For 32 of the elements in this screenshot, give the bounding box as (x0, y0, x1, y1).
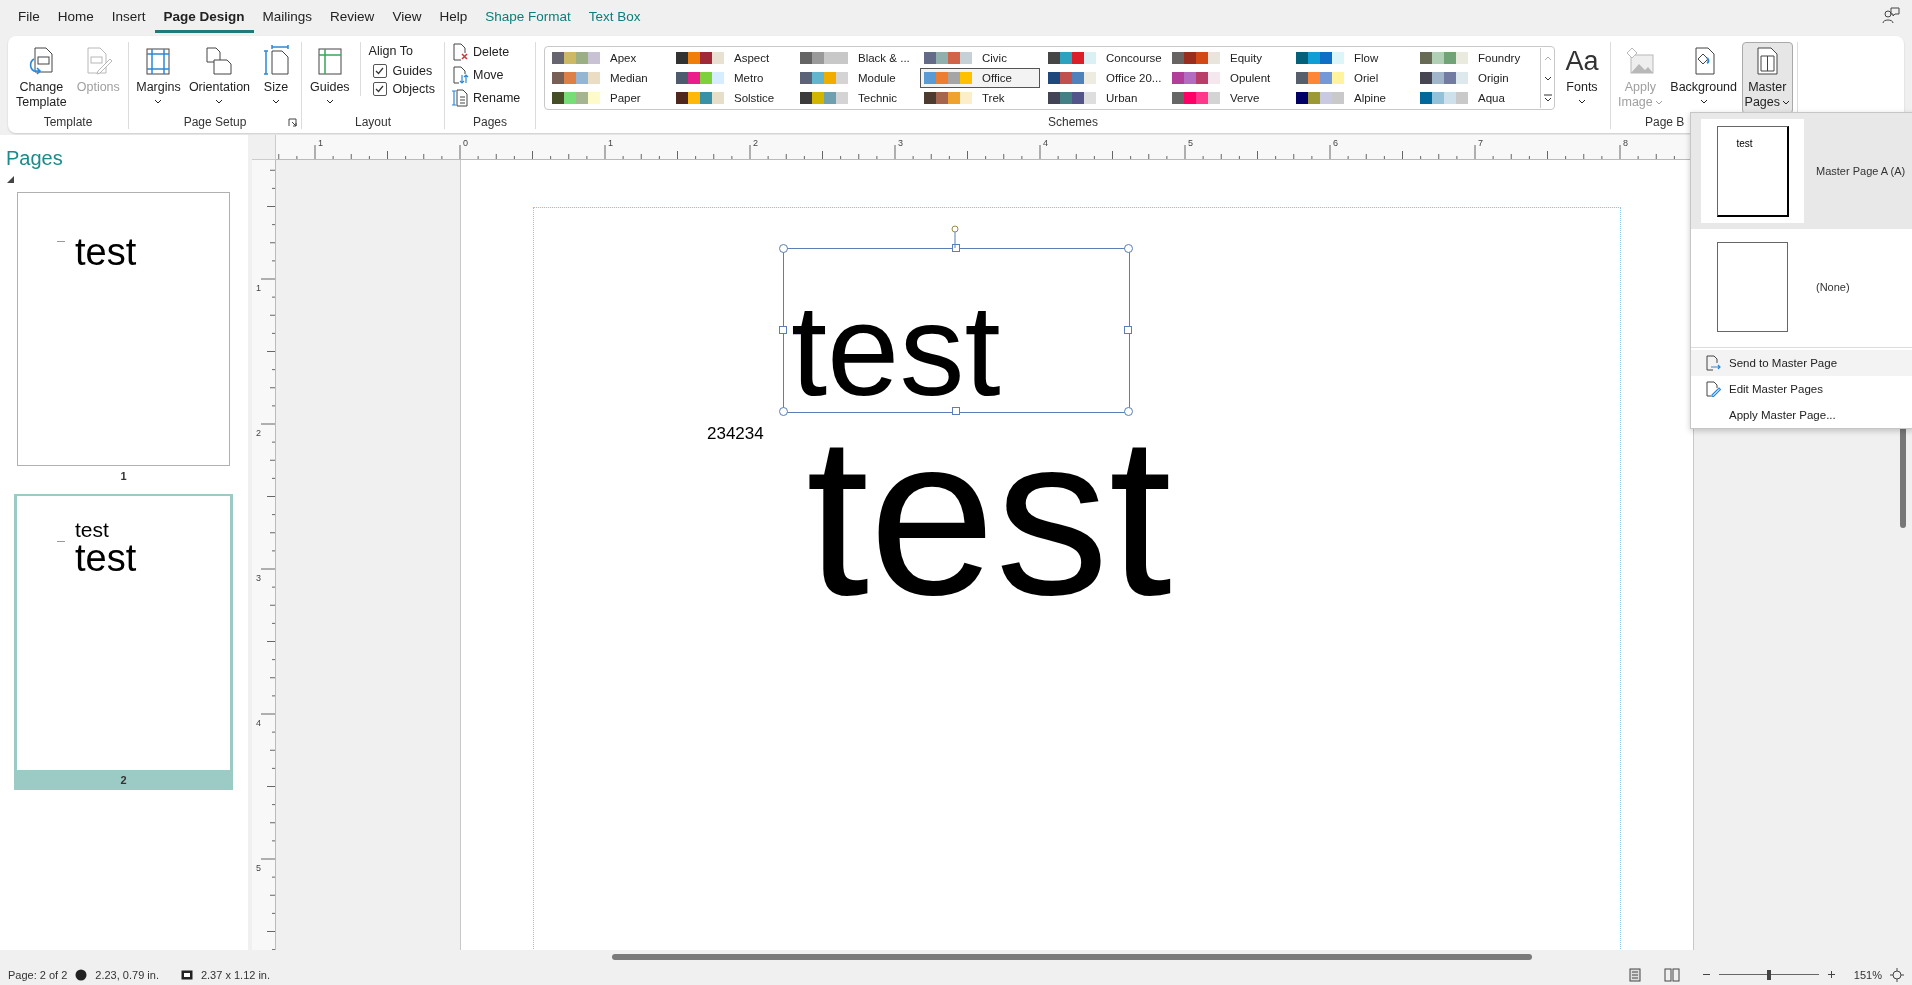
ruler-number: 6 (1333, 139, 1338, 148)
ruler-number: 4 (256, 719, 261, 728)
ruler-number: 1 (256, 284, 261, 293)
pane-title: Pages (5, 146, 64, 170)
ruler-number: 0 (463, 139, 468, 148)
ruler-number: 1 (318, 139, 323, 148)
group-label: Layout (355, 115, 391, 129)
ruler-number: 5 (256, 864, 261, 873)
position-status: 2.23, 0.79 in. (95, 968, 159, 981)
size-status: 2.37 x 1.12 in. (200, 968, 271, 981)
group-label: Page Setup (183, 115, 247, 129)
align-to-label: Align To (368, 43, 414, 60)
page-number: 1 (120, 469, 127, 484)
group-label: Schemes (1048, 115, 1098, 129)
ruler-number: 1 (608, 139, 613, 148)
ruler-number: 3 (256, 574, 261, 583)
text-box-text: test (791, 295, 1001, 405)
page-status: Page: 2 of 2 (8, 968, 68, 981)
thumbnail-text: test (75, 539, 137, 577)
group-label: Template (43, 115, 93, 129)
thumbnail-text: test (75, 519, 109, 540)
ruler-number: 2 (256, 429, 261, 438)
ruler-number: 3 (898, 139, 903, 148)
ruler-number: 8 (1623, 139, 1628, 148)
group-label: Page B (1645, 115, 1685, 129)
ruler-number: 4 (1043, 139, 1048, 148)
page-number: 2 (120, 773, 127, 788)
ruler-number: 7 (1478, 139, 1483, 148)
ruler-number: 2 (753, 139, 758, 148)
ruler-number: 5 (1188, 139, 1193, 148)
group-label: Pages (473, 115, 507, 129)
thumbnail-text: test (75, 233, 137, 271)
